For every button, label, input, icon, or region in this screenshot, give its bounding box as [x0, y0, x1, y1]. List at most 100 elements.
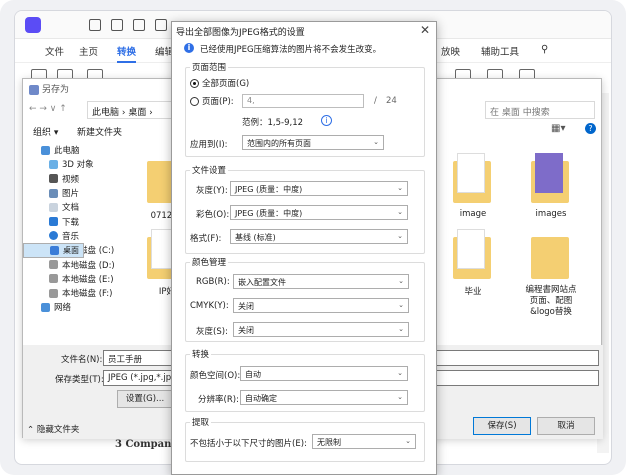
gray-profile-label: 灰度(S):: [196, 327, 228, 337]
nav-item-music[interactable]: 音乐: [23, 229, 121, 243]
cancel-button[interactable]: 取消: [537, 417, 595, 435]
group-label: 转换: [190, 348, 212, 360]
all-pages-radio[interactable]: 全部页面(G): [190, 77, 249, 89]
format-select[interactable]: 基线 (标准) ⌄: [230, 229, 408, 244]
conversion-group: 转换 颜色空间(O): 自动 ⌄ 分辨率(R): 自动确定 ⌄: [185, 348, 425, 412]
resolution-select[interactable]: 自动确定 ⌄: [240, 390, 408, 405]
chevron-down-icon: ⌄: [397, 184, 403, 192]
folder-icon[interactable]: [531, 153, 571, 203]
tab-slideshow[interactable]: 放映: [441, 44, 460, 58]
min-size-select[interactable]: 无限制 ⌄: [312, 434, 416, 449]
network-icon: [41, 302, 50, 312]
nav-item-downloads[interactable]: 下载: [23, 214, 121, 228]
dialog-icon: [29, 84, 39, 95]
back-forward-icon[interactable]: ← → ∨ ↑: [29, 104, 67, 114]
nav-item-documents[interactable]: 文档: [23, 200, 121, 214]
music-icon: [49, 231, 58, 241]
disk-icon: [49, 288, 58, 298]
disk-icon: [49, 274, 58, 284]
new-folder-button[interactable]: 新建文件夹: [77, 125, 122, 138]
chevron-down-icon: ⌄: [397, 208, 403, 216]
nav-item-pictures[interactable]: 图片: [23, 186, 121, 200]
pages-slash: /: [374, 96, 377, 106]
gray-profile-select[interactable]: 关闭 ⌄: [233, 322, 409, 337]
file-label: 毕业: [464, 287, 482, 297]
file-label: image: [459, 209, 487, 219]
chevron-down-icon: ⌄: [397, 369, 403, 377]
chevron-down-icon: ⌄: [397, 393, 403, 401]
open-icon[interactable]: [89, 19, 101, 31]
nav-item-disk-e[interactable]: 本地磁盘 (E:): [23, 272, 121, 286]
desktop-icon: [50, 246, 59, 256]
radio-checked-icon: [190, 79, 199, 88]
folder-icon[interactable]: [453, 229, 493, 279]
min-size-label: 不包括小于以下尺寸的图片(E):: [190, 439, 307, 449]
file-settings-group: 文件设置 灰度(Y): JPEG (质量：中度) ⌄ 彩色(O): JPEG (质…: [185, 164, 425, 254]
save-as-title: 另存为: [29, 82, 69, 95]
disk-icon: [49, 260, 58, 270]
group-label: 提取: [190, 416, 212, 428]
color-space-label: 颜色空间(O):: [190, 371, 241, 381]
info-icon: i: [184, 43, 194, 53]
folder-icon[interactable]: [531, 229, 571, 279]
help-icon[interactable]: ?: [585, 123, 596, 134]
picture-icon: [49, 188, 58, 198]
pages-radio[interactable]: 页面(P):: [190, 95, 234, 107]
nav-item-disk-d[interactable]: 本地磁盘 (D:): [23, 257, 121, 271]
group-label: 文件设置: [190, 164, 229, 176]
color-space-select[interactable]: 自动 ⌄: [240, 366, 408, 381]
print-icon[interactable]: [133, 19, 145, 31]
nav-item-videos[interactable]: 视频: [23, 172, 121, 186]
pages-input[interactable]: 4,: [242, 94, 364, 108]
nav-item-network[interactable]: 网络: [23, 300, 121, 314]
organize-button[interactable]: 组织 ▾: [33, 125, 58, 138]
tab-tools[interactable]: 辅助工具: [481, 44, 519, 58]
nav-item-desktop[interactable]: 桌面: [23, 243, 84, 259]
save-icon[interactable]: [111, 19, 123, 31]
document-icon: [49, 202, 58, 212]
search-input[interactable]: 在 桌面 中搜索: [485, 101, 595, 119]
settings-button[interactable]: 设置(G)...: [117, 390, 173, 408]
save-button[interactable]: 保存(S): [473, 417, 531, 435]
filetype-label: 保存类型(T):: [55, 375, 104, 385]
gray-compression-select[interactable]: JPEG (质量：中度) ⌄: [230, 181, 408, 196]
export-title: 导出全部图像为JPEG格式的设置: [176, 28, 305, 38]
rgb-label: RGB(R):: [196, 277, 230, 287]
3d-icon: [49, 159, 58, 169]
chevron-down-icon: ⌄: [398, 277, 404, 285]
page-range-group: 页面范围 全部页面(G) 页面(P): 4, / 24 范例：1,5-9,12 …: [185, 61, 425, 157]
search-icon[interactable]: ⚲: [541, 44, 548, 55]
chevron-down-icon: ⌄: [405, 437, 411, 445]
cmyk-select[interactable]: 关闭 ⌄: [233, 298, 409, 313]
group-label: 颜色管理: [190, 256, 229, 268]
total-pages: 24: [386, 96, 397, 106]
format-label: 格式(F):: [190, 234, 222, 244]
chevron-down-icon: ⌄: [398, 301, 404, 309]
pc-icon: [41, 145, 50, 155]
view-icon[interactable]: ▦▾: [551, 123, 565, 134]
video-icon: [49, 174, 58, 184]
tab-convert[interactable]: 转换: [117, 44, 137, 63]
apply-select[interactable]: 范围内的所有页面 ⌄: [242, 135, 384, 150]
close-icon[interactable]: ✕: [420, 23, 430, 37]
color-management-group: 颜色管理 RGB(R): 嵌入配置文件 ⌄ CMYK(Y): 关闭 ⌄ 灰度(S):…: [185, 256, 425, 342]
info-text: 已经使用JPEG压缩算法的图片将不会发生改变。: [200, 45, 382, 55]
help-icon[interactable]: i: [321, 115, 332, 126]
apply-label: 应用到(I):: [190, 140, 228, 150]
file-label: 编程書网站点 页面、配图 &logo替换: [525, 285, 577, 317]
chevron-down-icon: ⌄: [373, 138, 379, 146]
folder-icon[interactable]: [453, 153, 493, 203]
color-compression-select[interactable]: JPEG (质量：中度) ⌄: [230, 205, 408, 220]
tab-file[interactable]: 文件: [45, 44, 64, 58]
rgb-select[interactable]: 嵌入配置文件 ⌄: [233, 274, 409, 289]
chevron-down-icon: ⌄: [397, 232, 403, 240]
nav-item-this-pc[interactable]: 此电脑: [23, 143, 121, 157]
nav-item-3d[interactable]: 3D 对象: [23, 157, 121, 171]
group-label: 页面范围: [190, 61, 229, 73]
tab-home[interactable]: 主页: [79, 44, 98, 58]
nav-item-disk-f[interactable]: 本地磁盘 (F:): [23, 286, 121, 300]
file-label: images: [535, 209, 567, 219]
download-icon: [49, 217, 58, 227]
undo-icon[interactable]: [155, 19, 167, 31]
hide-folders-toggle[interactable]: ⌃ 隐藏文件夹: [27, 423, 79, 435]
